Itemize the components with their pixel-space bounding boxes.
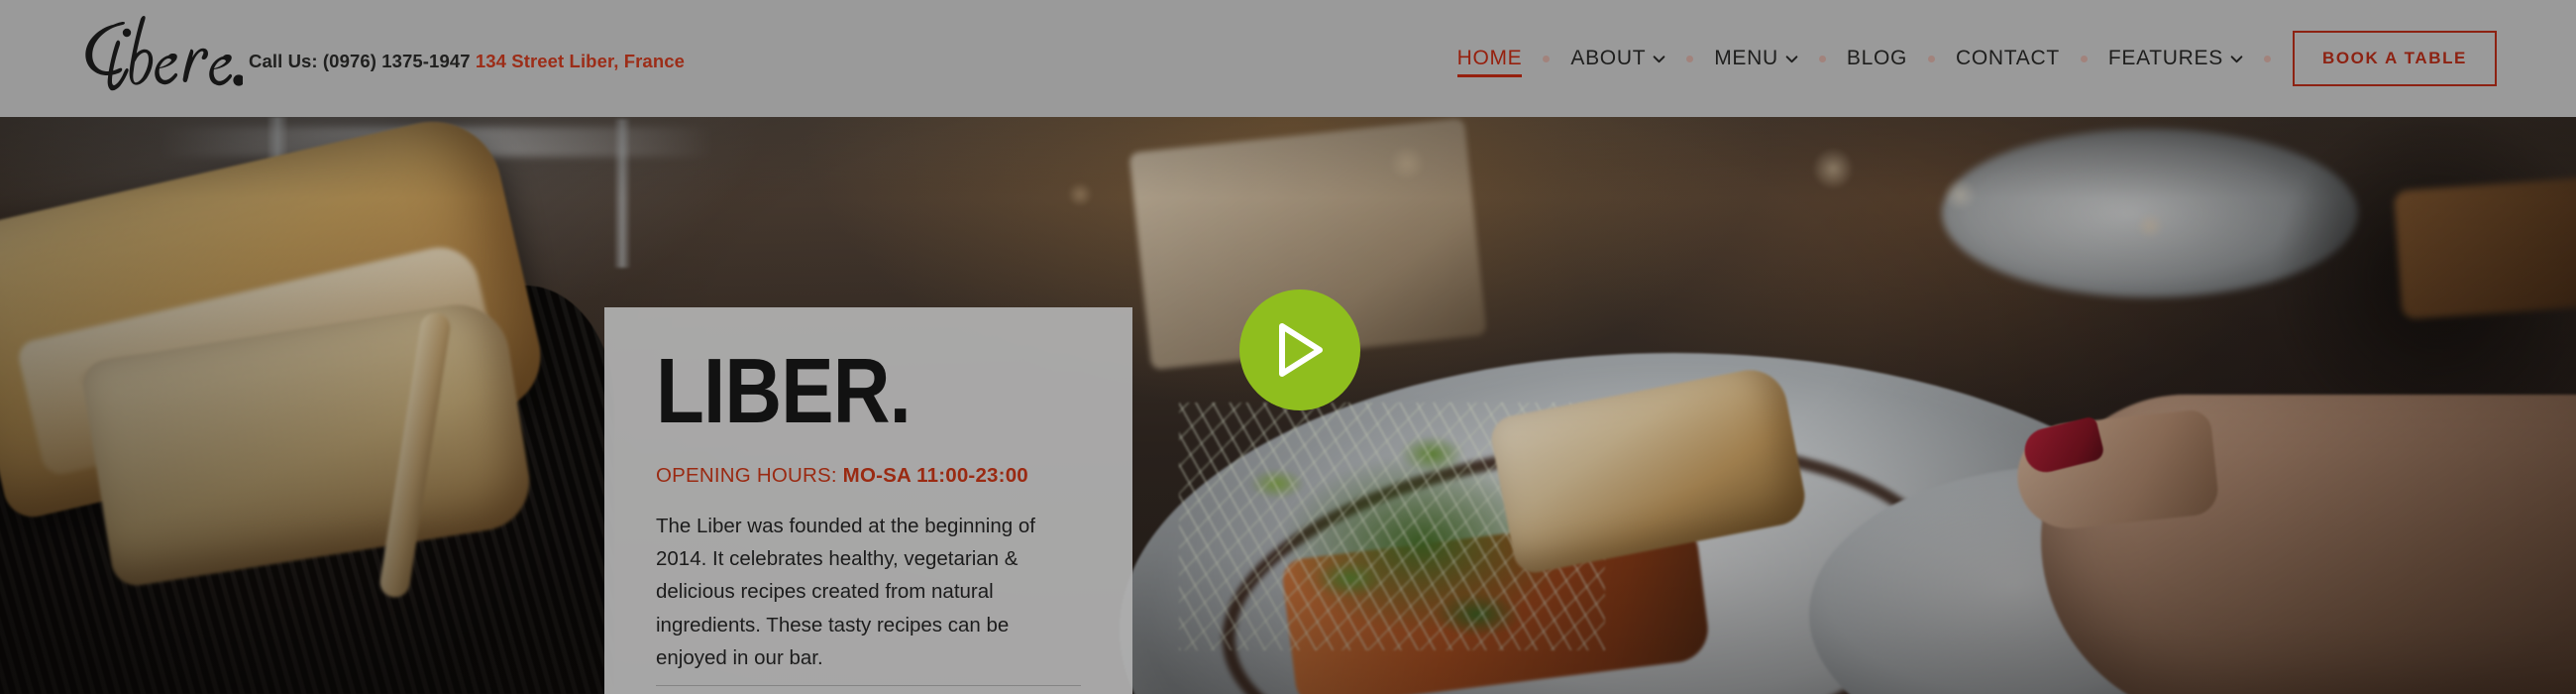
chevron-down-icon bbox=[2230, 53, 2243, 65]
nav-label-about: ABOUT bbox=[1570, 47, 1647, 69]
opening-hours-value: MO-SA 11:00-23:00 bbox=[842, 463, 1028, 487]
nav-label-home: HOME bbox=[1456, 47, 1523, 69]
nav-item-menu[interactable]: MENU bbox=[1693, 32, 1819, 85]
header-contact-info: Call Us: (0976) 1375-1947 134 Street Lib… bbox=[249, 47, 685, 71]
hero-card-title: LIBER. bbox=[656, 339, 912, 442]
opening-hours-label: OPENING HOURS: bbox=[656, 463, 837, 487]
main-navigation: HOME ABOUT MENU BLOG CONTACT FEATURES BO… bbox=[1437, 31, 2576, 86]
dot-separator bbox=[1818, 55, 1826, 62]
nav-item-contact[interactable]: CONTACT bbox=[1935, 32, 2081, 85]
book-a-table-button[interactable]: BOOK A TABLE bbox=[2292, 31, 2497, 86]
nav-label-blog: BLOG bbox=[1846, 47, 1908, 69]
hero-info-card: LIBER. OPENING HOURS: MO-SA 11:00-23:00 … bbox=[604, 307, 1132, 694]
chevron-down-icon bbox=[1653, 53, 1665, 65]
nav-item-home[interactable]: HOME bbox=[1437, 32, 1544, 85]
chevron-down-icon bbox=[1785, 53, 1798, 65]
site-header: Call Us: (0976) 1375-1947 134 Street Lib… bbox=[0, 0, 2576, 117]
contact-phone: Call Us: (0976) 1375-1947 bbox=[249, 50, 471, 71]
card-divider bbox=[656, 685, 1081, 686]
contact-address: 134 Street Liber, France bbox=[475, 50, 685, 71]
nav-label-features: FEATURES bbox=[2107, 47, 2223, 69]
play-triangle-icon bbox=[1279, 323, 1323, 377]
dot-separator bbox=[2263, 55, 2271, 62]
nav-item-blog[interactable]: BLOG bbox=[1826, 32, 1928, 85]
nav-item-features[interactable]: FEATURES bbox=[2088, 32, 2264, 85]
video-play-button[interactable] bbox=[1239, 289, 1360, 410]
dot-separator bbox=[1686, 55, 1694, 62]
nav-label-menu: MENU bbox=[1714, 47, 1778, 69]
hero-card-description: The Liber was founded at the beginning o… bbox=[656, 514, 1035, 670]
site-logo[interactable] bbox=[69, 11, 243, 106]
liber-script-logo-icon bbox=[85, 16, 243, 91]
nav-item-about[interactable]: ABOUT bbox=[1550, 32, 1686, 85]
nav-label-contact: CONTACT bbox=[1956, 47, 2060, 69]
dot-separator bbox=[2080, 55, 2088, 62]
dot-separator bbox=[1928, 55, 1936, 62]
opening-hours: OPENING HOURS: MO-SA 11:00-23:00 bbox=[656, 464, 1081, 488]
dot-separator bbox=[1543, 55, 1551, 62]
